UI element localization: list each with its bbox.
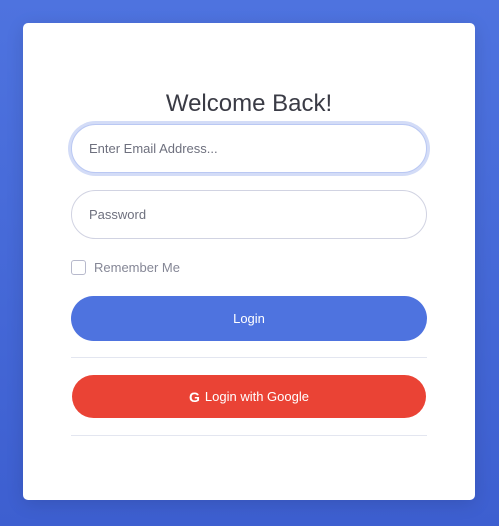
- login-button-label: Login: [233, 311, 265, 326]
- divider: [71, 357, 427, 358]
- password-input[interactable]: [71, 190, 427, 239]
- google-login-button[interactable]: G Login with Google: [72, 375, 426, 418]
- page-title: Welcome Back!: [165, 90, 333, 117]
- email-input[interactable]: [71, 124, 427, 173]
- google-login-label: Login with Google: [204, 389, 309, 404]
- google-icon: G: [189, 388, 200, 405]
- divider: [71, 435, 427, 436]
- login-button[interactable]: Login: [71, 296, 427, 341]
- remember-me-label: Remember Me: [94, 260, 180, 275]
- remember-me-checkbox[interactable]: [71, 260, 86, 275]
- login-card: Welcome Back! Remember Me Login G Login …: [23, 23, 475, 500]
- remember-me[interactable]: Remember Me: [71, 260, 180, 275]
